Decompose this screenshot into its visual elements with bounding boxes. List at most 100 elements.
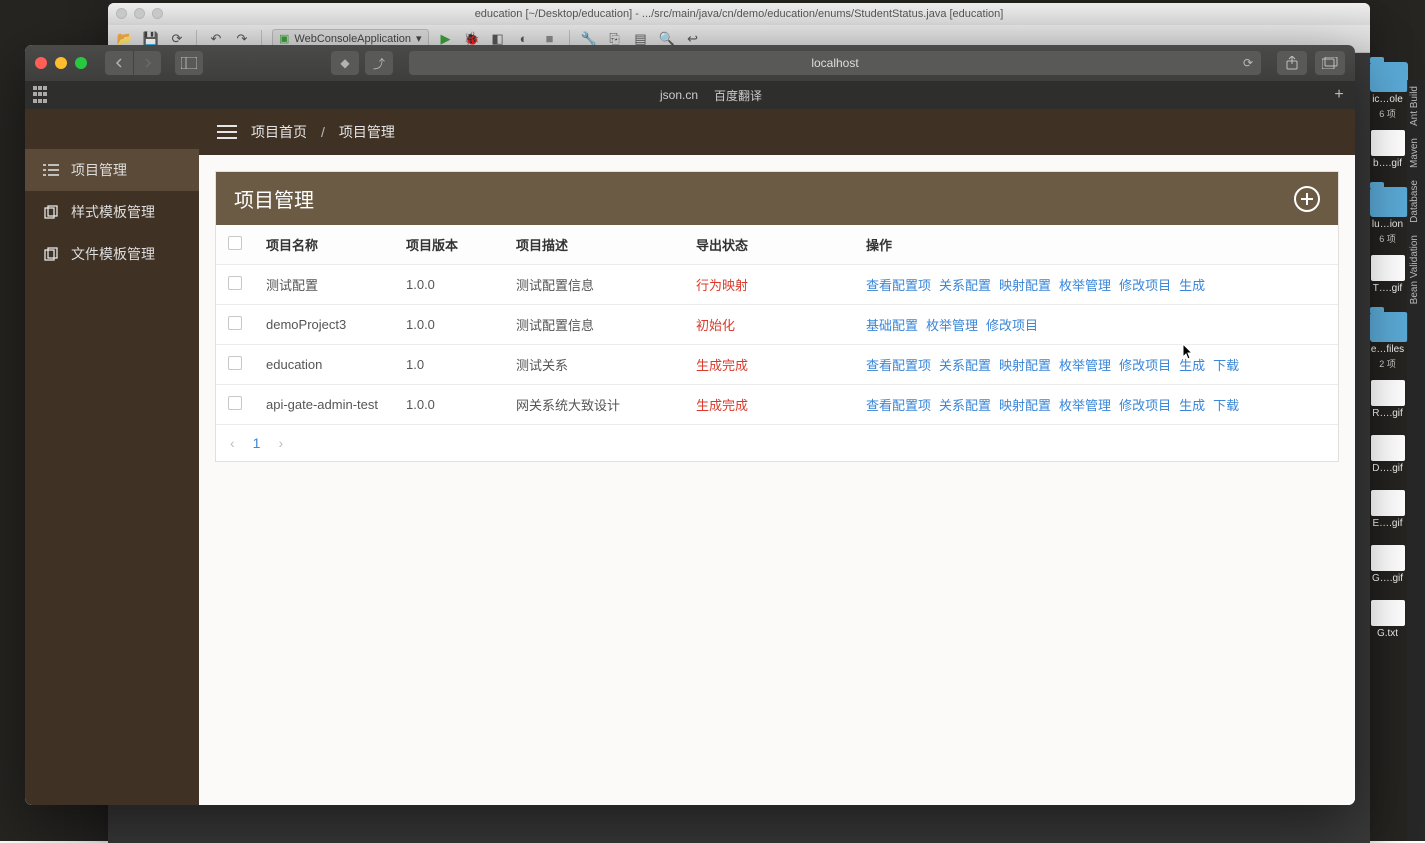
address-bar[interactable]: localhost ⟳: [409, 51, 1261, 75]
table-row: education1.0测试关系生成完成查看配置项关系配置映射配置枚举管理修改项…: [216, 345, 1338, 385]
ide-traffic-close[interactable]: [116, 8, 127, 19]
run-config-label: WebConsoleApplication: [294, 33, 411, 45]
breadcrumb-current: 项目管理: [339, 122, 395, 142]
desktop-background: education [~/Desktop/education] - .../sr…: [0, 0, 1425, 841]
desktop-folder[interactable]: ic…ole6 项: [1370, 62, 1405, 120]
action-link[interactable]: 下载: [1213, 358, 1239, 373]
menu-icon[interactable]: [217, 125, 237, 139]
desktop-item-label: E….gif: [1370, 518, 1405, 529]
action-link[interactable]: 修改项目: [1119, 398, 1171, 413]
desktop-item-label: lu…ion: [1370, 219, 1405, 230]
action-link[interactable]: 查看配置项: [866, 358, 931, 373]
fav-link-json[interactable]: json.cn: [660, 88, 698, 102]
action-link[interactable]: 修改项目: [986, 318, 1038, 333]
desktop-file[interactable]: D….gif: [1370, 435, 1405, 486]
desktop-item-label: G.txt: [1370, 628, 1405, 639]
panel-title: 项目管理: [234, 184, 314, 213]
action-link[interactable]: 生成: [1179, 398, 1205, 413]
desktop-item-label: T….gif: [1370, 283, 1405, 294]
desktop-file[interactable]: G….gif: [1370, 545, 1405, 596]
cell-version: 1.0.0: [394, 265, 504, 305]
cell-desc: 测试配置信息: [504, 305, 684, 345]
action-link[interactable]: 修改项目: [1119, 358, 1171, 373]
action-link[interactable]: 枚举管理: [926, 318, 978, 333]
cell-name: education: [254, 345, 394, 385]
desktop-file[interactable]: R….gif: [1370, 380, 1405, 431]
cell-actions: 查看配置项关系配置映射配置枚举管理修改项目生成: [854, 265, 1338, 305]
desktop-folder[interactable]: lu…ion6 项: [1370, 187, 1405, 245]
action-link[interactable]: 生成: [1179, 278, 1205, 293]
ide-toolwindow-tab[interactable]: Bean Validation: [1407, 229, 1422, 310]
sidebar-item-label: 样式模板管理: [71, 202, 155, 222]
reload-icon[interactable]: ⟳: [1243, 56, 1253, 70]
cell-version: 1.0: [394, 345, 504, 385]
sidebar-item-file-template[interactable]: 文件模板管理: [25, 233, 199, 275]
copy-icon: [43, 204, 59, 220]
desktop-folder[interactable]: e…files2 项: [1370, 312, 1405, 370]
action-link[interactable]: 枚举管理: [1059, 358, 1111, 373]
action-link[interactable]: 映射配置: [999, 398, 1051, 413]
desktop-file[interactable]: G.txt: [1370, 600, 1405, 651]
ide-toolwindow-tab[interactable]: Maven: [1407, 132, 1422, 174]
sidebar-item-project-mgmt[interactable]: 项目管理: [25, 149, 199, 191]
favorites-bar: json.cn 百度翻译 +: [25, 81, 1355, 109]
main-area: 项目首页 / 项目管理 项目管理: [199, 109, 1355, 805]
action-link[interactable]: 关系配置: [939, 398, 991, 413]
action-link[interactable]: 关系配置: [939, 358, 991, 373]
row-checkbox[interactable]: [228, 356, 242, 370]
action-link[interactable]: 查看配置项: [866, 398, 931, 413]
ide-titlebar: education [~/Desktop/education] - .../sr…: [108, 3, 1370, 25]
evernote-button[interactable]: ◆: [331, 51, 359, 75]
desktop-file[interactable]: T….gif: [1370, 255, 1405, 306]
col-ops: 操作: [854, 225, 1338, 265]
action-link[interactable]: 映射配置: [999, 278, 1051, 293]
panel: 项目管理 项目名称 项目版本 项目描述: [215, 171, 1339, 462]
apps-grid-icon[interactable]: [33, 86, 51, 104]
breadcrumb-home[interactable]: 项目首页: [251, 122, 307, 142]
pager-page[interactable]: 1: [253, 435, 261, 451]
nav-forward-button[interactable]: [133, 51, 161, 75]
row-checkbox[interactable]: [228, 276, 242, 290]
tabs-button[interactable]: [1315, 51, 1345, 75]
sidebar-item-style-template[interactable]: 样式模板管理: [25, 191, 199, 233]
traffic-minimize[interactable]: [55, 57, 67, 69]
share-button[interactable]: [1277, 51, 1307, 75]
fav-link-baidu[interactable]: 百度翻译: [714, 87, 762, 104]
action-link[interactable]: 查看配置项: [866, 278, 931, 293]
ide-window-title: education [~/Desktop/education] - .../sr…: [475, 8, 1004, 20]
traffic-zoom[interactable]: [75, 57, 87, 69]
pager-next[interactable]: ›: [278, 435, 283, 451]
new-tab-button[interactable]: +: [1329, 85, 1349, 105]
checkbox-all[interactable]: [228, 236, 242, 250]
row-checkbox[interactable]: [228, 396, 242, 410]
action-link[interactable]: 生成: [1179, 358, 1205, 373]
ide-toolwindow-tab[interactable]: Ant Build: [1407, 80, 1422, 132]
safari-titlebar: ◆ ⤴ localhost ⟳: [25, 45, 1355, 81]
cell-desc: 测试配置信息: [504, 265, 684, 305]
sidebar: 项目管理 样式模板管理 文件模板管理: [25, 109, 199, 805]
add-button[interactable]: [1294, 186, 1320, 212]
row-checkbox[interactable]: [228, 316, 242, 330]
action-link[interactable]: 映射配置: [999, 358, 1051, 373]
desktop-item-label: D….gif: [1370, 463, 1405, 474]
traffic-close[interactable]: [35, 57, 47, 69]
ide-traffic-minimize[interactable]: [134, 8, 145, 19]
action-link[interactable]: 修改项目: [1119, 278, 1171, 293]
desktop-file[interactable]: b….gif: [1370, 130, 1405, 181]
pager-prev[interactable]: ‹: [230, 435, 235, 451]
col-desc: 项目描述: [504, 225, 684, 265]
cell-version: 1.0.0: [394, 385, 504, 425]
clip-button[interactable]: ⤴: [365, 51, 393, 75]
ide-traffic-zoom[interactable]: [152, 8, 163, 19]
action-link[interactable]: 下载: [1213, 398, 1239, 413]
action-link[interactable]: 基础配置: [866, 318, 918, 333]
ide-toolwindow-tab[interactable]: Database: [1407, 174, 1422, 229]
col-status: 导出状态: [684, 225, 854, 265]
action-link[interactable]: 关系配置: [939, 278, 991, 293]
sidebar-toggle-button[interactable]: [175, 51, 203, 75]
desktop-file[interactable]: E….gif: [1370, 490, 1405, 541]
nav-back-button[interactable]: [105, 51, 133, 75]
action-link[interactable]: 枚举管理: [1059, 398, 1111, 413]
action-link[interactable]: 枚举管理: [1059, 278, 1111, 293]
list-icon: [43, 162, 59, 178]
